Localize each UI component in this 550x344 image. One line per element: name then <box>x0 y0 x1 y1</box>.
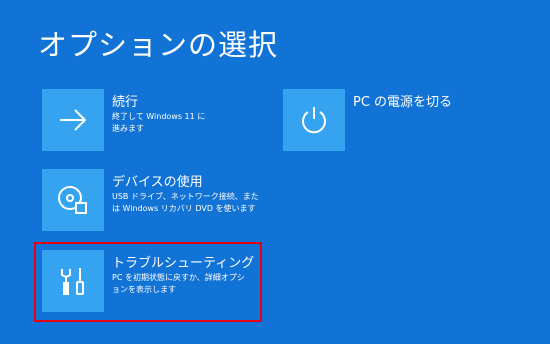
continue-title: 続行 <box>112 95 139 110</box>
continue-description: 終了して Windows 11 に進みます <box>112 112 206 133</box>
selection-highlight <box>34 242 262 322</box>
power-off-title: PC の電源を切る <box>353 95 453 110</box>
power-off-option[interactable]: PC の電源を切る <box>283 89 483 153</box>
use-device-tile[interactable] <box>42 169 104 231</box>
continue-option[interactable]: 続行 終了して Windows 11 に進みます <box>42 89 242 153</box>
use-device-option[interactable]: デバイスの使用 USB ドライブ、ネットワーク接続、または Windows リカ… <box>42 169 259 233</box>
disc-drive-icon <box>58 186 87 214</box>
use-device-description: USB ドライブ、ネットワーク接続、または Windows リカバリ DVD を… <box>112 192 259 213</box>
power-off-tile[interactable] <box>283 89 345 151</box>
use-device-title: デバイスの使用 <box>112 175 203 190</box>
power-icon <box>302 107 326 134</box>
continue-tile[interactable] <box>42 89 104 151</box>
arrow-right-icon <box>60 109 87 131</box>
page-title: オプションの選択 <box>38 28 279 62</box>
